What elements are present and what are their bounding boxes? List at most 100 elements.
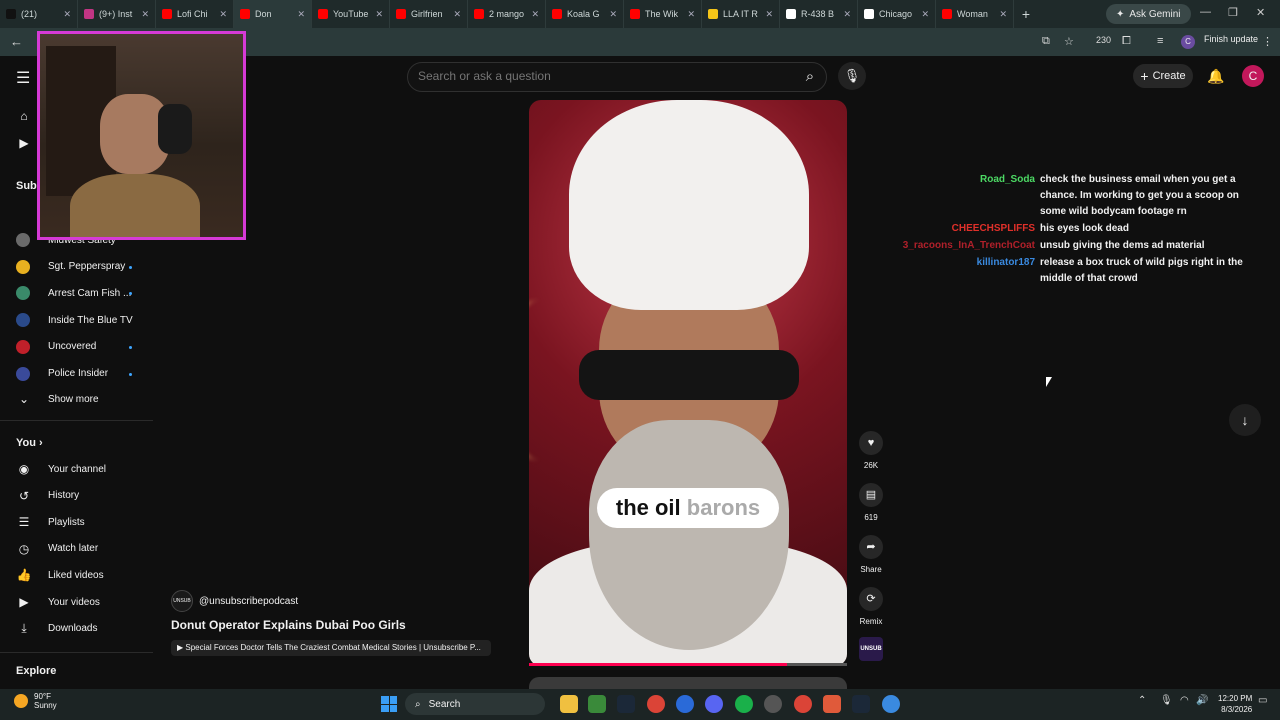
maximize-icon[interactable]: ❐ [1228, 6, 1238, 19]
close-tab-icon[interactable]: ✕ [999, 9, 1007, 20]
close-tab-icon[interactable]: ✕ [609, 9, 617, 20]
browser-tab[interactable]: Woman ✕ [936, 0, 1014, 28]
app-icon[interactable] [676, 695, 694, 713]
close-tab-icon[interactable]: ✕ [531, 9, 539, 20]
install-app-icon[interactable]: ⧉ [1042, 35, 1050, 48]
browser-tab[interactable]: Don ✕ [234, 0, 312, 28]
subscription-item[interactable]: Uncovered [16, 337, 96, 357]
taskbar-search[interactable]: ⌕ Search [405, 693, 545, 715]
notification-icon[interactable]: ▭ [1258, 695, 1267, 706]
wifi-icon[interactable]: ◠ [1180, 695, 1189, 706]
close-window-icon[interactable]: ✕ [1256, 6, 1265, 19]
app-icon[interactable] [882, 695, 900, 713]
app-icon[interactable] [735, 695, 753, 713]
subscription-item[interactable]: Arrest Cam Fish ... [16, 283, 131, 303]
browser-tab[interactable]: Lofi Chi ✕ [156, 0, 234, 28]
windows-start-icon[interactable] [381, 696, 397, 712]
steam-icon[interactable] [617, 695, 635, 713]
you-heading[interactable]: You › [16, 437, 43, 449]
video-progress-bar[interactable] [529, 663, 847, 666]
sidebar-item[interactable]: ▶ Your videos [16, 592, 100, 612]
close-tab-icon[interactable]: ✕ [687, 9, 695, 20]
browser-tab[interactable]: 2 mango ✕ [468, 0, 546, 28]
new-tab-icon[interactable]: + [1014, 6, 1038, 22]
channel-avatar[interactable]: UNSUB [171, 590, 193, 612]
subscription-item[interactable]: Sgt. Pepperspray [16, 257, 125, 277]
show-more-button[interactable]: ⌄ Show more [16, 389, 99, 409]
browser-tab[interactable]: R-438 B ✕ [780, 0, 858, 28]
video-title[interactable]: Donut Operator Explains Dubai Poo Girls [171, 618, 406, 632]
finish-update-button[interactable]: Finish update [1204, 34, 1258, 44]
like-action[interactable]: ♥ 26K [859, 431, 883, 470]
weather-widget[interactable]: 90°F Sunny [14, 692, 57, 710]
channel-row[interactable]: UNSUB @unsubscribepodcast [171, 590, 298, 612]
browser-tab[interactable]: Chicago ✕ [858, 0, 936, 28]
chrome-icon[interactable] [647, 695, 665, 713]
close-tab-icon[interactable]: ✕ [375, 9, 383, 20]
sidebar-item[interactable]: ↺ History [16, 486, 79, 506]
clock[interactable]: 12:20 PM 8/3/2026 [1218, 693, 1252, 715]
close-tab-icon[interactable]: ✕ [843, 9, 851, 20]
search-icon[interactable]: ⌕ [796, 64, 824, 90]
browser-tab[interactable]: Girlfrien ✕ [390, 0, 468, 28]
bookmark-star-icon[interactable]: ☆ [1064, 35, 1074, 48]
heart-icon[interactable]: ♥ [859, 431, 883, 455]
close-tab-icon[interactable]: ✕ [219, 9, 227, 20]
browser-profile-icon[interactable]: C [1181, 35, 1195, 49]
extension-badge[interactable]: 230 [1096, 35, 1111, 45]
file-explorer-icon[interactable] [560, 695, 578, 713]
notifications-bell-icon[interactable]: 🔔 [1207, 68, 1224, 85]
ask-gemini-button[interactable]: ✦ Ask Gemini [1106, 4, 1191, 24]
related-video-link[interactable]: ▶ Special Forces Doctor Tells The Crazie… [171, 640, 491, 656]
steam-icon[interactable] [852, 695, 870, 713]
tab-search-icon[interactable]: ≡ [1157, 35, 1163, 47]
close-tab-icon[interactable]: ✕ [141, 9, 149, 20]
close-tab-icon[interactable]: ✕ [921, 9, 929, 20]
sidebar-item[interactable]: ⤓ Downloads [16, 619, 97, 639]
minecraft-icon[interactable] [588, 695, 606, 713]
search-input[interactable] [418, 69, 788, 83]
volume-icon[interactable]: 🔊 [1196, 695, 1208, 706]
share-action[interactable]: ➦ Share [859, 535, 883, 574]
sound-thumbnail[interactable]: UNSUB [859, 637, 883, 661]
sidebar-item[interactable]: ◉ Your channel [16, 459, 106, 479]
sidebar-item[interactable]: ◷ Watch later [16, 539, 98, 559]
close-tab-icon[interactable]: ✕ [453, 9, 461, 20]
microphone-icon[interactable]: 🎙 [1160, 695, 1173, 706]
discord-icon[interactable] [705, 695, 723, 713]
browser-tab[interactable]: YouTube ✕ [312, 0, 390, 28]
close-tab-icon[interactable]: ✕ [297, 9, 305, 20]
back-arrow-icon[interactable]: ← [10, 34, 23, 49]
close-tab-icon[interactable]: ✕ [63, 9, 71, 20]
browser-tab[interactable]: (21) ✕ [0, 0, 78, 28]
chrome-icon[interactable] [794, 695, 812, 713]
obs-icon[interactable] [764, 695, 782, 713]
create-button[interactable]: + Create [1133, 64, 1193, 88]
app-icon[interactable] [823, 695, 841, 713]
subscription-item[interactable]: Police Insider [16, 364, 108, 384]
channel-handle[interactable]: @unsubscribepodcast [199, 596, 298, 607]
chevron-up-icon[interactable]: ⌃ [1138, 695, 1146, 706]
share-icon[interactable]: ➦ [859, 535, 883, 559]
arrow-down-icon[interactable]: ↓ [1229, 404, 1261, 436]
browser-tab[interactable]: (9+) Inst ✕ [78, 0, 156, 28]
sidebar-item[interactable]: ☰ Playlists [16, 512, 85, 532]
comment-icon[interactable]: ▤ [859, 483, 883, 507]
remix-action[interactable]: ⟳ Remix [859, 587, 883, 626]
minimize-icon[interactable]: — [1200, 6, 1211, 18]
account-avatar[interactable]: C [1242, 65, 1264, 87]
subscription-item[interactable]: Inside The Blue TV [16, 310, 133, 330]
close-tab-icon[interactable]: ✕ [765, 9, 773, 20]
comment-action[interactable]: ▤ 619 [859, 483, 883, 522]
kebab-menu-icon[interactable]: ⋮ [1262, 35, 1273, 48]
browser-tab[interactable]: The Wik ✕ [624, 0, 702, 28]
remix-icon[interactable]: ⟳ [859, 587, 883, 611]
sidebar-item[interactable]: 👍 Liked videos [16, 565, 104, 585]
hamburger-menu-icon[interactable]: ☰ [16, 68, 30, 88]
microphone-icon[interactable]: 🎙 [838, 62, 866, 90]
extensions-icon[interactable]: ⧠ [1122, 35, 1131, 48]
search-icon: ⌕ [415, 698, 421, 710]
short-video-player[interactable]: the oil barons [529, 100, 847, 666]
browser-tab[interactable]: Koala G ✕ [546, 0, 624, 28]
browser-tab[interactable]: LLA IT R ✕ [702, 0, 780, 28]
